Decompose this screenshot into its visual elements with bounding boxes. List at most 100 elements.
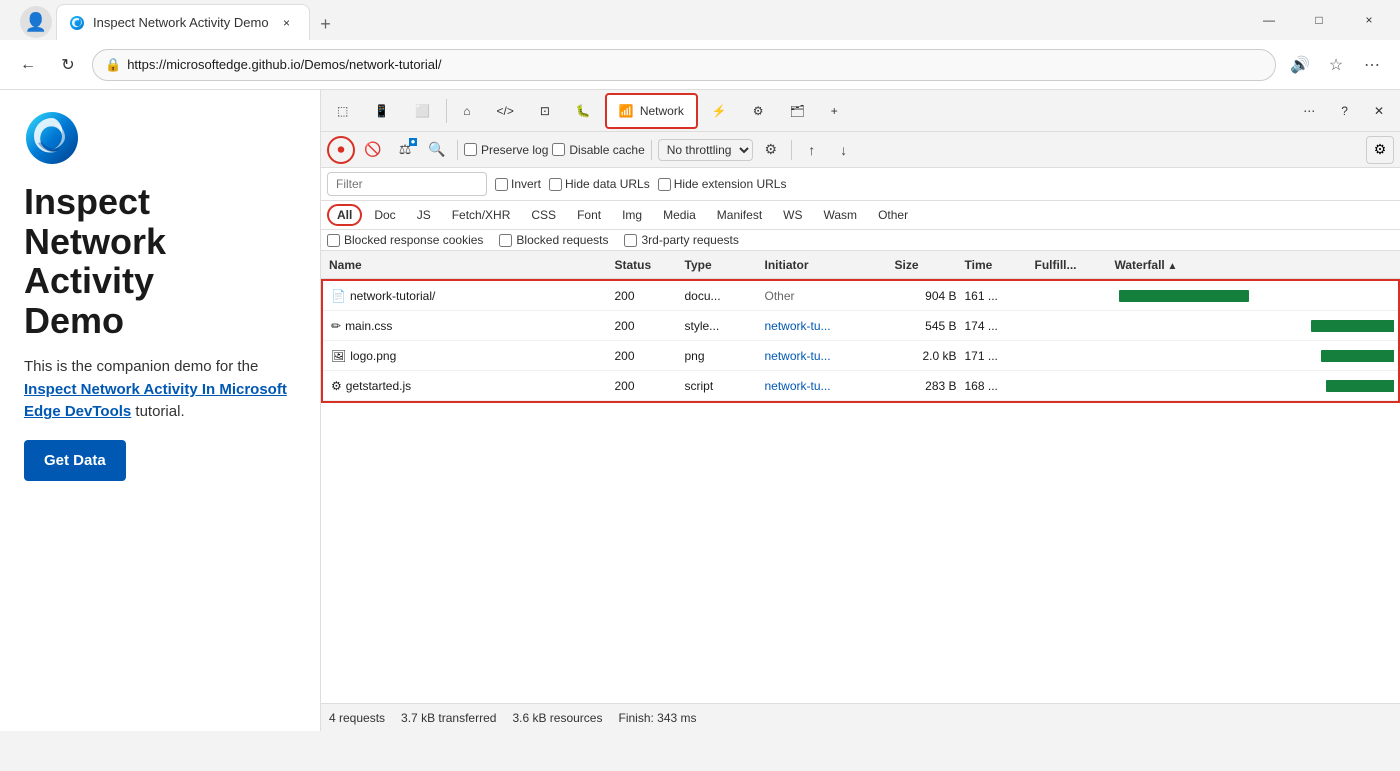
- disable-cache-checkbox[interactable]: [552, 143, 565, 156]
- network-settings-button[interactable]: ⚙: [1366, 136, 1394, 164]
- requests-count: 4 requests: [329, 711, 385, 725]
- third-party-checkbox[interactable]: [624, 234, 637, 247]
- type-filter-fetchxhr[interactable]: Fetch/XHR: [443, 205, 520, 225]
- minimize-button[interactable]: —: [1246, 4, 1292, 36]
- preserve-log-checkbox[interactable]: [464, 143, 477, 156]
- header-initiator[interactable]: Initiator: [761, 258, 891, 272]
- throttle-settings-button[interactable]: ⚙: [757, 136, 785, 164]
- row2-initiator[interactable]: network-tu...: [761, 319, 891, 333]
- devtools-tab-panel-toggle[interactable]: ⬜: [403, 93, 442, 129]
- export-button[interactable]: ↓: [830, 136, 858, 164]
- type-filter-img[interactable]: Img: [613, 205, 651, 225]
- row3-initiator[interactable]: network-tu...: [761, 349, 891, 363]
- table-row[interactable]: 📄 network-tutorial/ 200 docu... Other 90…: [323, 281, 1398, 311]
- invert-checkbox[interactable]: [495, 178, 508, 191]
- type-filter-ws[interactable]: WS: [774, 205, 811, 225]
- header-name[interactable]: Name: [325, 258, 611, 272]
- favorites-button[interactable]: ☆: [1320, 49, 1352, 81]
- preserve-log-checkbox-label[interactable]: Preserve log: [464, 143, 548, 157]
- browser-menu-button[interactable]: ⋯: [1356, 49, 1388, 81]
- read-aloud-button[interactable]: 🔊: [1284, 49, 1316, 81]
- record-button[interactable]: ⏺: [327, 136, 355, 164]
- header-type[interactable]: Type: [681, 258, 761, 272]
- filter-input[interactable]: [327, 172, 487, 196]
- type-filter-manifest[interactable]: Manifest: [708, 205, 771, 225]
- disable-cache-label: Disable cache: [569, 143, 644, 157]
- devtools-tab-device[interactable]: 📱: [362, 93, 401, 129]
- row3-time: 171 ...: [961, 349, 1031, 363]
- devtools-tab-elements[interactable]: </>: [485, 93, 526, 129]
- new-tab-button[interactable]: +: [310, 8, 342, 40]
- browser-tab[interactable]: Inspect Network Activity Demo ×: [56, 4, 310, 40]
- back-button[interactable]: ←: [12, 49, 44, 81]
- network-tab-label: Network: [640, 104, 684, 118]
- devtools-tab-console[interactable]: ⊡: [528, 93, 562, 129]
- devtools-close-button[interactable]: ✕: [1362, 93, 1396, 129]
- disable-cache-checkbox-label[interactable]: Disable cache: [552, 143, 644, 157]
- devtools-more-button[interactable]: ⋯: [1291, 93, 1327, 129]
- row3-status: 200: [611, 349, 681, 363]
- filter-button[interactable]: ⚖ ●: [391, 136, 419, 164]
- doc-icon: 📄: [331, 289, 346, 303]
- type-filter-all[interactable]: All: [327, 204, 362, 226]
- hide-data-urls-label[interactable]: Hide data URLs: [549, 177, 650, 191]
- blocked-cookies-label[interactable]: Blocked response cookies: [327, 233, 483, 247]
- table-row[interactable]: ⚙ getstarted.js 200 script network-tu...…: [323, 371, 1398, 401]
- hide-extension-urls-checkbox[interactable]: [658, 178, 671, 191]
- row4-initiator[interactable]: network-tu...: [761, 379, 891, 393]
- header-fulfill[interactable]: Fulfill...: [1031, 258, 1111, 272]
- devtools-tab-performance[interactable]: ⚡: [700, 93, 739, 129]
- header-size[interactable]: Size: [891, 258, 961, 272]
- devtools-tab-sources[interactable]: 🐛: [564, 93, 603, 129]
- search-button[interactable]: 🔍: [423, 136, 451, 164]
- blocked-requests-checkbox[interactable]: [499, 234, 512, 247]
- row2-name: ✏ main.css: [327, 319, 611, 333]
- waterfall-bar-1: [1119, 290, 1249, 302]
- type-filter-wasm[interactable]: Wasm: [815, 205, 867, 225]
- reload-button[interactable]: ↻: [52, 49, 84, 81]
- home-icon: ⌂: [463, 104, 470, 118]
- img-icon: 🖼: [331, 349, 346, 363]
- devtools-tab-memory[interactable]: ⚙: [741, 93, 776, 129]
- header-waterfall[interactable]: Waterfall: [1111, 258, 1397, 272]
- get-data-button[interactable]: Get Data: [24, 440, 126, 481]
- blocked-requests-label[interactable]: Blocked requests: [499, 233, 608, 247]
- devtools-tab-add[interactable]: +: [819, 93, 850, 129]
- table-row[interactable]: 🖼 logo.png 200 png network-tu... 2.0 kB …: [323, 341, 1398, 371]
- row2-time: 174 ...: [961, 319, 1031, 333]
- page-content: InspectNetworkActivityDemo This is the c…: [0, 90, 320, 731]
- devtools-tab-home[interactable]: ⌂: [451, 93, 482, 129]
- type-filter-media[interactable]: Media: [654, 205, 705, 225]
- throttle-select[interactable]: No throttling Slow 3G Fast 3G Offline: [658, 139, 753, 161]
- import-button[interactable]: ↑: [798, 136, 826, 164]
- row1-size: 904 B: [891, 289, 961, 303]
- invert-checkbox-label[interactable]: Invert: [495, 177, 541, 191]
- type-filter-doc[interactable]: Doc: [365, 205, 404, 225]
- clear-button[interactable]: 🚫: [359, 136, 387, 164]
- header-status[interactable]: Status: [611, 258, 681, 272]
- type-filter-other[interactable]: Other: [869, 205, 917, 225]
- tab-close-button[interactable]: ×: [277, 13, 297, 33]
- devtools-help-button[interactable]: ?: [1329, 93, 1360, 129]
- hide-data-urls-checkbox[interactable]: [549, 178, 562, 191]
- address-bar: ← ↻ 🔒 https://microsoftedge.github.io/De…: [0, 40, 1400, 90]
- type-filter-font[interactable]: Font: [568, 205, 610, 225]
- type-filter-js[interactable]: JS: [408, 205, 440, 225]
- devtools-tab-inspect[interactable]: ⬚: [325, 93, 360, 129]
- row3-waterfall: [1111, 341, 1395, 370]
- blocked-cookies-checkbox[interactable]: [327, 234, 340, 247]
- table-row[interactable]: ✏ main.css 200 style... network-tu... 54…: [323, 311, 1398, 341]
- close-button[interactable]: ×: [1346, 4, 1392, 36]
- tab-separator-1: [446, 99, 447, 123]
- row1-name: 📄 network-tutorial/: [327, 289, 611, 303]
- type-filter-css[interactable]: CSS: [522, 205, 565, 225]
- header-time[interactable]: Time: [961, 258, 1031, 272]
- waterfall-bar-3: [1321, 350, 1395, 362]
- row1-waterfall: [1111, 281, 1395, 310]
- url-bar[interactable]: 🔒 https://microsoftedge.github.io/Demos/…: [92, 49, 1276, 81]
- third-party-label[interactable]: 3rd-party requests: [624, 233, 738, 247]
- maximize-button[interactable]: □: [1296, 4, 1342, 36]
- devtools-tab-network[interactable]: 📶 Network: [605, 93, 698, 129]
- devtools-tab-application[interactable]: 🗂: [778, 93, 817, 129]
- hide-extension-urls-label[interactable]: Hide extension URLs: [658, 177, 787, 191]
